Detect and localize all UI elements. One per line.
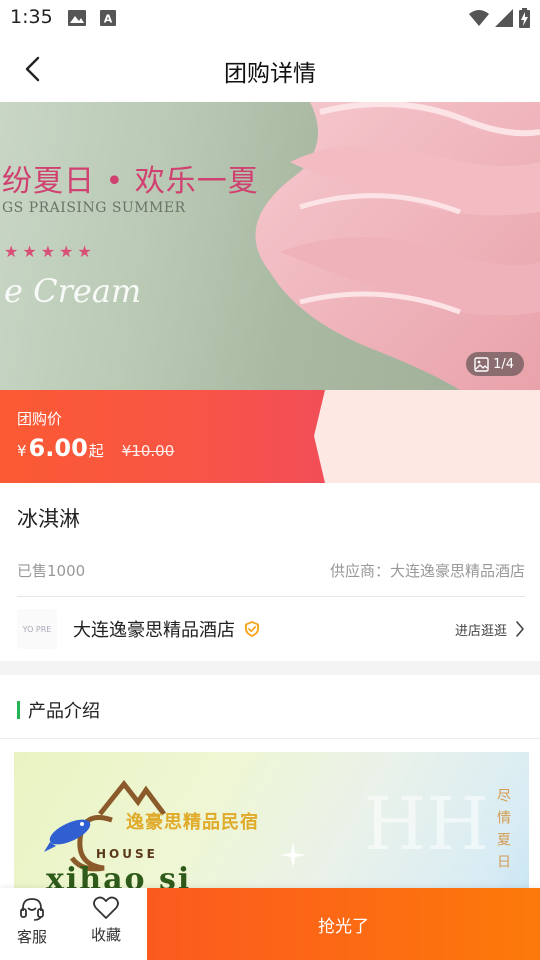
- battery-icon: [519, 8, 530, 28]
- header-bar: 团购详情: [0, 36, 540, 102]
- customer-service-label: 客服: [16, 928, 47, 946]
- bottom-action-bar: 客服 收藏 抢光了: [0, 888, 540, 960]
- store-row[interactable]: YO PRE 大连逸豪思精品酒店 进店逛逛: [17, 597, 525, 661]
- chevron-right-icon: [516, 621, 524, 637]
- supplier-text: 供应商：大连逸豪思精品酒店: [329, 562, 525, 580]
- customer-service-button[interactable]: 客服: [2, 896, 62, 947]
- price-label: 团购价: [17, 410, 63, 428]
- verified-shield-icon: [245, 621, 259, 637]
- product-info-card: 冰淇淋 已售1000 供应商：大连逸豪思精品酒店 YO PRE 大连逸豪思精品酒…: [0, 483, 540, 661]
- image-notification-icon: [68, 10, 86, 26]
- image-icon: [474, 356, 489, 372]
- store-logo: YO PRE: [17, 609, 57, 649]
- product-image-carousel[interactable]: 纷夏日 • 欢乐一夏 GS PRAISING SUMMER ★★★★★ e Cr…: [0, 102, 540, 390]
- store-name: 大连逸豪思精品酒店: [73, 620, 235, 641]
- status-left-icons: A: [68, 10, 116, 26]
- svg-text:A: A: [104, 13, 113, 26]
- banner-script-text: e Cream: [4, 272, 142, 310]
- banner-headline: 纷夏日 • 欢乐一夏: [2, 164, 259, 199]
- favorite-button[interactable]: 收藏: [76, 896, 136, 945]
- banner-stars: ★★★★★: [4, 242, 96, 261]
- signal-icon: [495, 9, 513, 27]
- intro-title: 产品介绍: [28, 701, 100, 722]
- store-logo-text: YO PRE: [22, 624, 52, 634]
- price-currency: ¥: [17, 442, 27, 460]
- price-suffix: 起: [88, 442, 104, 460]
- headset-icon: [20, 898, 44, 921]
- status-bar: 1:35 A: [0, 0, 540, 36]
- sold-out-button[interactable]: 抢光了: [147, 888, 540, 960]
- status-time: 1:35: [10, 6, 53, 28]
- original-price: ¥10.00: [121, 442, 175, 460]
- product-name: 冰淇淋: [17, 507, 80, 531]
- visit-store-label: 进店逛逛: [454, 623, 507, 639]
- status-right-icons: [469, 8, 530, 28]
- heart-icon: [93, 896, 119, 919]
- intro-heading: 产品介绍: [17, 697, 100, 723]
- image-counter-badge: 1/4: [466, 352, 524, 376]
- price-panel: 团购价 ¥ 6.00 起 ¥10.00: [0, 390, 325, 483]
- price-value: 6.00: [28, 434, 88, 462]
- sparkle-icon: [280, 842, 306, 868]
- image-counter-text: 1/4: [493, 356, 514, 372]
- intro-vertical-text: 尽情夏日: [495, 788, 511, 876]
- section-accent-bar: [17, 701, 20, 719]
- visit-store-link[interactable]: 进店逛逛: [455, 620, 525, 639]
- page-title: 团购详情: [224, 61, 316, 87]
- divider: [0, 738, 540, 739]
- text-notification-icon: A: [100, 10, 116, 26]
- favorite-label: 收藏: [90, 926, 121, 944]
- price-band: 团购价 ¥ 6.00 起 ¥10.00: [0, 390, 540, 483]
- intro-image-big-letter: HH: [363, 782, 489, 866]
- intro-brand-house: HOUSE: [96, 847, 158, 861]
- price-row: ¥ 6.00 起 ¥10.00: [17, 434, 174, 462]
- sold-count: 已售1000: [17, 562, 86, 580]
- wifi-icon: [469, 10, 489, 26]
- intro-brand-cn: 逸豪思精品民宿: [126, 812, 259, 833]
- banner-subline: GS PRAISING SUMMER: [2, 200, 186, 216]
